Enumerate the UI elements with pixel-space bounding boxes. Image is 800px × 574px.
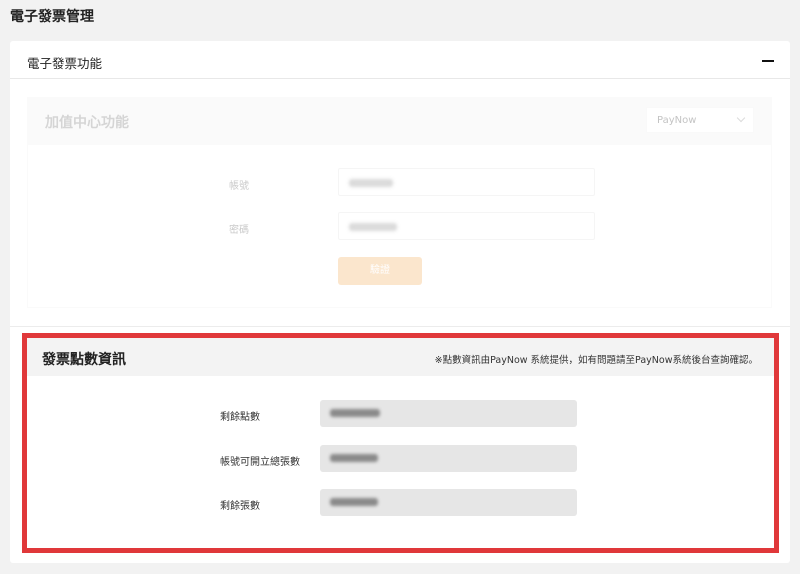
remaining-points-label: 剩餘點數 — [220, 412, 260, 423]
e-invoice-card: 電子發票功能 加值中心功能 PayNow 帳號 密碼 驗證 發票點數資訊 ※點數… — [10, 41, 790, 563]
verify-button[interactable]: 驗證 — [338, 257, 422, 285]
value-added-title: 加值中心功能 — [45, 115, 129, 131]
masked-value — [349, 179, 393, 187]
value-added-header: 加值中心功能 PayNow — [28, 98, 771, 145]
masked-value — [330, 498, 378, 506]
invoice-points-header: 發票點數資訊 ※點數資訊由PayNow 系統提供，如有問題請至PayNow系統後… — [27, 338, 774, 376]
value-added-section: 加值中心功能 PayNow 帳號 密碼 驗證 — [27, 97, 772, 308]
invoice-points-section: 發票點數資訊 ※點數資訊由PayNow 系統提供，如有問題請至PayNow系統後… — [22, 333, 779, 553]
card-title: 電子發票功能 — [27, 56, 103, 71]
account-input[interactable] — [338, 168, 595, 196]
remaining-points-value — [320, 400, 577, 427]
invoice-points-note: ※點數資訊由PayNow 系統提供，如有問題請至PayNow系統後台查詢確認。 — [434, 355, 758, 366]
provider-select-value: PayNow — [657, 115, 697, 126]
total-invoices-label: 帳號可開立總張數 — [220, 457, 300, 468]
collapse-button[interactable] — [760, 53, 776, 67]
password-label: 密碼 — [229, 225, 249, 236]
section-divider — [10, 326, 790, 327]
masked-value — [349, 223, 397, 231]
remaining-invoices-label: 剩餘張數 — [220, 501, 260, 512]
minus-icon — [762, 60, 774, 62]
password-input[interactable] — [338, 212, 595, 240]
total-invoices-value — [320, 445, 577, 472]
account-label: 帳號 — [229, 181, 249, 192]
page-title: 電子發票管理 — [10, 9, 94, 25]
invoice-points-title: 發票點數資訊 — [42, 352, 126, 368]
masked-value — [330, 409, 380, 417]
card-header: 電子發票功能 — [10, 41, 790, 79]
masked-value — [330, 454, 378, 462]
provider-select[interactable]: PayNow — [646, 107, 754, 133]
chevron-down-icon — [736, 113, 746, 123]
remaining-invoices-value — [320, 489, 577, 516]
